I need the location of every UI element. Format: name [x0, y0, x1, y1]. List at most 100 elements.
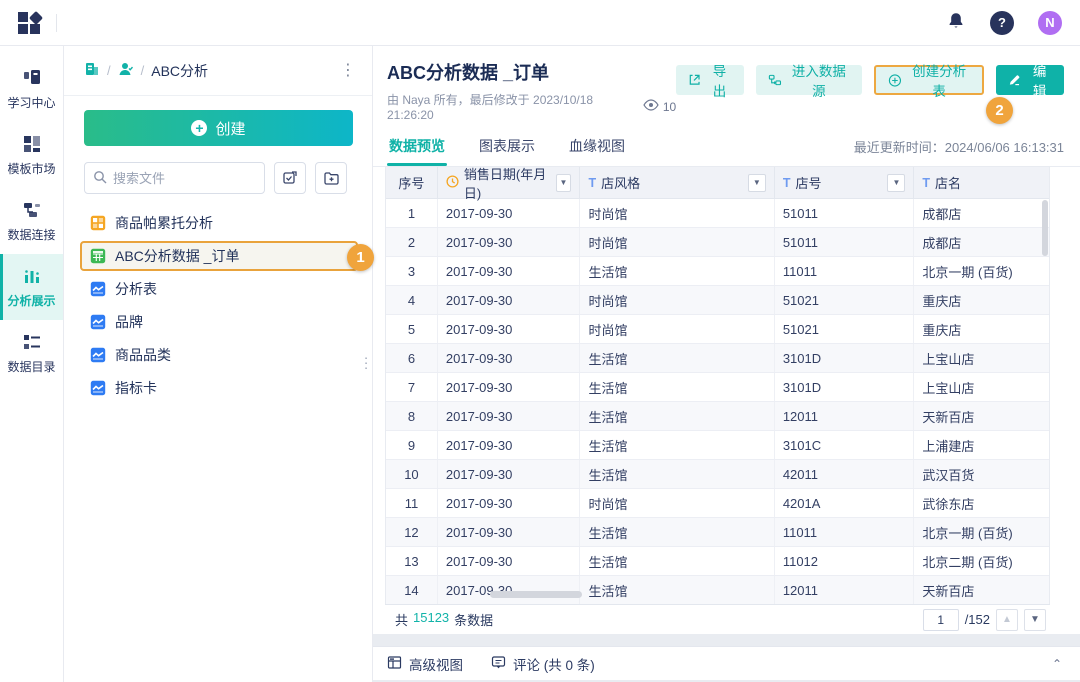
- plus-icon: +: [191, 120, 207, 136]
- breadcrumb-current[interactable]: ABC分析: [151, 61, 208, 81]
- file-item-product-category[interactable]: 商品品类: [80, 340, 358, 370]
- table-cell: 生活馆: [580, 344, 774, 372]
- sidebar-item-analysis-display[interactable]: 分析展示: [0, 254, 63, 320]
- column-header-index: 序号: [386, 167, 438, 198]
- file-list: 商品帕累托分析 ABC分析数据 _订单 分析表 品牌 商品品类: [80, 208, 358, 403]
- table-cell: 成都店: [914, 228, 1049, 256]
- notification-bell-icon[interactable]: [946, 11, 966, 34]
- table-row[interactable]: 122017-09-30生活馆11011北京一期 (百货): [386, 518, 1049, 547]
- next-page-button[interactable]: ▼: [1024, 609, 1046, 631]
- table-row[interactable]: 52017-09-30时尚馆51021重庆店: [386, 315, 1049, 344]
- table-vertical-scrollbar[interactable]: [1042, 200, 1048, 256]
- batch-select-button[interactable]: [274, 162, 306, 194]
- table-row[interactable]: 62017-09-30生活馆3101D上宝山店: [386, 344, 1049, 373]
- sidebar-item-data-connection[interactable]: 数据连接: [0, 188, 63, 254]
- breadcrumb: / / ABC分析 ⋮: [64, 46, 372, 96]
- tab-data-preview[interactable]: 数据预览: [387, 136, 447, 166]
- table-row[interactable]: 102017-09-30生活馆42011武汉百货: [386, 460, 1049, 489]
- file-item-abc-data[interactable]: ABC分析数据 _订单: [80, 241, 358, 271]
- column-filter-dropdown[interactable]: ▼: [887, 174, 905, 192]
- table-cell: 生活馆: [580, 431, 774, 459]
- help-icon[interactable]: ?: [990, 11, 1014, 35]
- table-cell: 13: [386, 547, 438, 575]
- table-row[interactable]: 12017-09-30时尚馆51011成都店: [386, 199, 1049, 228]
- sidebar-item-label: 数据连接: [7, 226, 55, 243]
- breadcrumb-more-icon[interactable]: ⋮: [340, 63, 356, 79]
- column-header-store-style: T 店风格 ▼: [580, 167, 774, 198]
- views-eye-icon: [643, 99, 659, 114]
- new-folder-button[interactable]: [315, 162, 347, 194]
- file-item-pareto[interactable]: 商品帕累托分析: [80, 208, 358, 238]
- table-row[interactable]: 22017-09-30时尚馆51011成都店: [386, 228, 1049, 257]
- panel-resize-handle[interactable]: ...: [364, 352, 368, 367]
- table-row[interactable]: 32017-09-30生活馆11011北京一期 (百货): [386, 257, 1049, 286]
- table-cell: 2017-09-30: [438, 576, 581, 604]
- column-filter-dropdown[interactable]: ▼: [556, 174, 572, 192]
- export-button[interactable]: 导出: [676, 65, 744, 95]
- analysis-display-icon: [22, 266, 42, 286]
- app-logo-icon[interactable]: [18, 11, 42, 35]
- table-cell: 11: [386, 489, 438, 517]
- table-cell: 10: [386, 460, 438, 488]
- table-row[interactable]: 112017-09-30时尚馆4201A武徐东店: [386, 489, 1049, 518]
- comments-label: 评论 (共 0 条): [513, 654, 595, 674]
- page-number-input[interactable]: [923, 609, 959, 631]
- column-label: 店号: [795, 173, 821, 192]
- sidebar-item-data-catalog[interactable]: 数据目录: [0, 320, 63, 386]
- sidebar-item-template-market[interactable]: 模板市场: [0, 122, 63, 188]
- table-horizontal-scrollbar[interactable]: [490, 591, 582, 598]
- table-cell: 12011: [775, 576, 915, 604]
- table-row[interactable]: 42017-09-30时尚馆51021重庆店: [386, 286, 1049, 315]
- create-analysis-table-button[interactable]: 创建分析表: [874, 65, 984, 95]
- org-root-icon[interactable]: [84, 61, 100, 80]
- table-row[interactable]: 92017-09-30生活馆3101C上浦建店: [386, 431, 1049, 460]
- file-item-analysis-table[interactable]: 分析表: [80, 274, 358, 304]
- sidebar-item-learning-center[interactable]: 学习中心: [0, 56, 63, 122]
- table-cell: 14: [386, 576, 438, 604]
- table-cell: 2017-09-30: [438, 489, 581, 517]
- column-label: 序号: [398, 173, 424, 192]
- table-cell: 11011: [775, 518, 915, 546]
- edit-button[interactable]: 编辑: [996, 65, 1064, 95]
- table-cell: 时尚馆: [580, 489, 774, 517]
- create-button[interactable]: + 创建: [84, 110, 353, 146]
- table-row[interactable]: 82017-09-30生活馆12011天新百店: [386, 402, 1049, 431]
- table-cell: 12: [386, 518, 438, 546]
- advanced-view-button[interactable]: 高级视图: [387, 654, 463, 674]
- collapse-dock-icon[interactable]: ⌃: [1052, 657, 1062, 671]
- user-avatar[interactable]: N: [1038, 11, 1062, 35]
- table-cell: 北京二期 (百货): [914, 547, 1049, 575]
- owner-meta: 由 Naya 所有，最后修改于 2023/10/18 21:26:20: [387, 91, 629, 122]
- table-cell: 11011: [775, 257, 915, 285]
- table-cell: 上浦建店: [914, 431, 1049, 459]
- user-folder-icon[interactable]: [118, 61, 134, 80]
- tab-chart-display[interactable]: 图表展示: [477, 136, 537, 166]
- table-cell: 生活馆: [580, 460, 774, 488]
- table-cell: 2017-09-30: [438, 199, 581, 227]
- table-row[interactable]: 132017-09-30生活馆11012北京二期 (百货): [386, 547, 1049, 576]
- file-name: 品牌: [115, 312, 143, 332]
- table-cell: 北京一期 (百货): [914, 518, 1049, 546]
- table-footer: 共 15123 条数据 /152 ▲ ▼: [385, 604, 1050, 634]
- annotation-step-2: 2: [986, 97, 1013, 124]
- enter-datasource-button[interactable]: 进入数据源: [756, 65, 862, 95]
- search-input[interactable]: [113, 171, 243, 186]
- table-row[interactable]: 72017-09-30生活馆3101D上宝山店: [386, 373, 1049, 402]
- table-cell: 51011: [775, 228, 915, 256]
- table-cell: 2017-09-30: [438, 286, 581, 314]
- search-icon: [93, 170, 107, 187]
- comments-button[interactable]: 评论 (共 0 条): [491, 654, 595, 674]
- main-content: ABC分析数据 _订单 由 Naya 所有，最后修改于 2023/10/18 2…: [373, 46, 1080, 634]
- column-filter-dropdown[interactable]: ▼: [748, 174, 766, 192]
- file-item-indicator-card[interactable]: 指标卡: [80, 373, 358, 403]
- table-cell: 4201A: [775, 489, 915, 517]
- table-cell: 2017-09-30: [438, 257, 581, 285]
- tab-lineage-view[interactable]: 血缘视图: [567, 136, 627, 166]
- table-row[interactable]: 142017-09-30生活馆12011天新百店: [386, 576, 1049, 605]
- table-cell: 2: [386, 228, 438, 256]
- total-suffix: 条数据: [454, 610, 493, 629]
- file-item-brand[interactable]: 品牌: [80, 307, 358, 337]
- edit-button-label: 编辑: [1027, 60, 1052, 100]
- comment-icon: [491, 655, 506, 673]
- previous-page-button[interactable]: ▲: [996, 609, 1018, 631]
